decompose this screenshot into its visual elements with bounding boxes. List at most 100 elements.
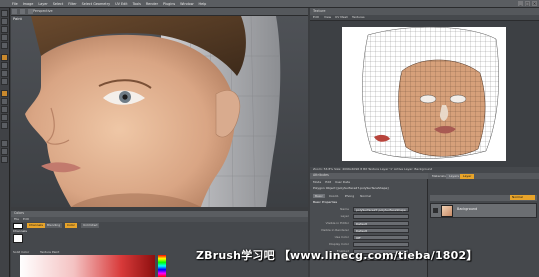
clone-icon[interactable]: [1, 78, 8, 85]
attribute-row: Use Color Off: [313, 235, 425, 241]
menu-item[interactable]: Help: [199, 2, 207, 6]
layer-thumbnail: [441, 205, 453, 217]
attr-tab-coord[interactable]: Coord.: [327, 194, 341, 198]
snap-icon[interactable]: [1, 140, 8, 147]
layer-name[interactable]: Background: [457, 207, 477, 211]
fill-icon[interactable]: [1, 70, 8, 77]
polygon-icon[interactable]: [1, 106, 8, 113]
colors-menu-edit[interactable]: Edit: [23, 218, 29, 221]
eye-icon[interactable]: [433, 208, 438, 213]
attributes-tabs: Basic Coord. Phong Normal: [313, 194, 373, 198]
edge-icon[interactable]: [1, 114, 8, 121]
live-select-icon[interactable]: [1, 42, 8, 49]
face-render: [25, 16, 281, 207]
viewport-toolbar: [12, 9, 33, 14]
menu-bar: File Image Layer Select Filter Select Geometr…: [0, 0, 539, 8]
attr-tab-normal[interactable]: Normal: [358, 194, 373, 198]
attribute-row: Name polySurface27 polySurfaceShape: [313, 207, 425, 213]
hue-slider[interactable]: [158, 255, 166, 277]
workplane-icon[interactable]: [1, 156, 8, 163]
tab-color[interactable]: Color: [65, 223, 77, 228]
texture-menu-edit[interactable]: Edit: [313, 16, 319, 19]
close-icon[interactable]: ×: [532, 1, 537, 6]
attribute-label: Visible in Renderer: [320, 228, 349, 232]
watermark-text: ZBrush学习吧 【www.linecg.com/tieba/1802】: [196, 249, 478, 262]
attributes-header: Attributes: [310, 173, 428, 179]
attribute-label: Layer: [340, 214, 349, 218]
menu-item[interactable]: Select Geometry: [82, 2, 110, 6]
tab-channels[interactable]: Channels: [27, 223, 45, 228]
attributes-menu: Mode Edit User Data: [313, 181, 350, 184]
attributes-title: Attributes: [313, 173, 329, 177]
attribute-value-field[interactable]: [353, 214, 409, 219]
attr-tab-phong[interactable]: Phong: [343, 194, 356, 198]
texture-menu-textures[interactable]: Textures: [352, 16, 365, 19]
menu-items: File Image Layer Select Filter Select Geometr…: [12, 2, 206, 6]
tab-unlimited[interactable]: Unlimited: [81, 223, 100, 228]
menu-item[interactable]: File: [12, 2, 18, 6]
menu-item[interactable]: Window: [180, 2, 193, 6]
colors-menu: File Edit: [11, 217, 308, 222]
camera-icon[interactable]: [1, 98, 8, 105]
view-menu-icon[interactable]: [12, 9, 17, 14]
attribute-value-field[interactable]: polySurface27 polySurfaceShape: [353, 207, 409, 212]
window-controls: _ □ ×: [518, 1, 537, 6]
channels-section-title: Channels: [13, 229, 27, 233]
attribute-value-field[interactable]: Off: [353, 235, 409, 240]
tab-layer[interactable]: Layer: [460, 174, 475, 179]
menu-item[interactable]: Filter: [68, 2, 76, 6]
move-tool-icon[interactable]: [1, 10, 8, 17]
menu-item[interactable]: Select: [53, 2, 63, 6]
menu-item[interactable]: Plugins: [163, 2, 175, 6]
maximize-icon[interactable]: □: [525, 1, 530, 6]
uv-texture-canvas[interactable]: [310, 21, 539, 167]
attribute-label: Display Color: [329, 242, 349, 246]
attribute-label: Use Color: [334, 235, 349, 239]
texture-view-header: Texture: [310, 8, 539, 15]
attribute-label: Visible in Editor: [325, 221, 349, 225]
solid-color-label: Solid Color: [13, 250, 30, 254]
axis-icon[interactable]: [1, 148, 8, 155]
color-preview-swatch[interactable]: [13, 234, 23, 243]
attributes-section-title: Basic Properties: [313, 200, 338, 204]
menu-item[interactable]: Image: [23, 2, 34, 6]
blend-mode-select[interactable]: Normal: [510, 195, 535, 200]
attribute-value-field[interactable]: Default: [353, 228, 409, 233]
viewport-tab[interactable]: Perspective: [33, 9, 53, 13]
menu-item[interactable]: Render: [146, 2, 158, 6]
paint-brush-icon[interactable]: [1, 54, 8, 61]
menu-item[interactable]: UV Edit: [115, 2, 127, 6]
viewport-header: Perspective: [11, 8, 308, 16]
select-tool-icon[interactable]: [1, 34, 8, 41]
texture-paint-label: Texture Paint: [40, 250, 60, 254]
attr-menu-mode[interactable]: Mode: [313, 181, 321, 184]
tab-blending[interactable]: Blending: [45, 223, 63, 228]
light-icon[interactable]: [1, 90, 8, 97]
texture-view-title: Texture: [313, 9, 326, 13]
texture-menu-uvmesh[interactable]: UV Mesh: [335, 16, 348, 19]
color-gradient-picker[interactable]: [20, 255, 155, 277]
layer-row-background[interactable]: Background: [430, 203, 537, 218]
uv-map-render: [342, 26, 506, 161]
colors-menu-file[interactable]: File: [14, 218, 19, 221]
scale-tool-icon[interactable]: [1, 18, 8, 25]
attribute-row: Display Color: [313, 242, 425, 248]
attribute-row: Visible in Editor Default: [313, 221, 425, 227]
menu-item[interactable]: Tools: [133, 2, 141, 6]
attribute-value-field[interactable]: [353, 242, 409, 247]
attr-menu-edit[interactable]: Edit: [325, 181, 331, 184]
point-icon[interactable]: [1, 122, 8, 129]
viewport-3d[interactable]: Paint: [11, 16, 308, 207]
attribute-row: Layer: [313, 214, 425, 220]
menu-item[interactable]: Layer: [38, 2, 47, 6]
attr-tab-basic[interactable]: Basic: [313, 194, 325, 198]
colors-title: Colors: [14, 211, 24, 215]
rotate-tool-icon[interactable]: [1, 26, 8, 33]
attribute-value-field[interactable]: Default: [353, 221, 409, 226]
minimize-icon[interactable]: _: [518, 1, 523, 6]
attribute-label: Name: [340, 207, 349, 211]
attr-menu-userdata[interactable]: User Data: [335, 181, 350, 184]
eraser-icon[interactable]: [1, 62, 8, 69]
texture-menu-view[interactable]: View: [324, 16, 331, 19]
camera-menu-icon[interactable]: [20, 9, 25, 14]
